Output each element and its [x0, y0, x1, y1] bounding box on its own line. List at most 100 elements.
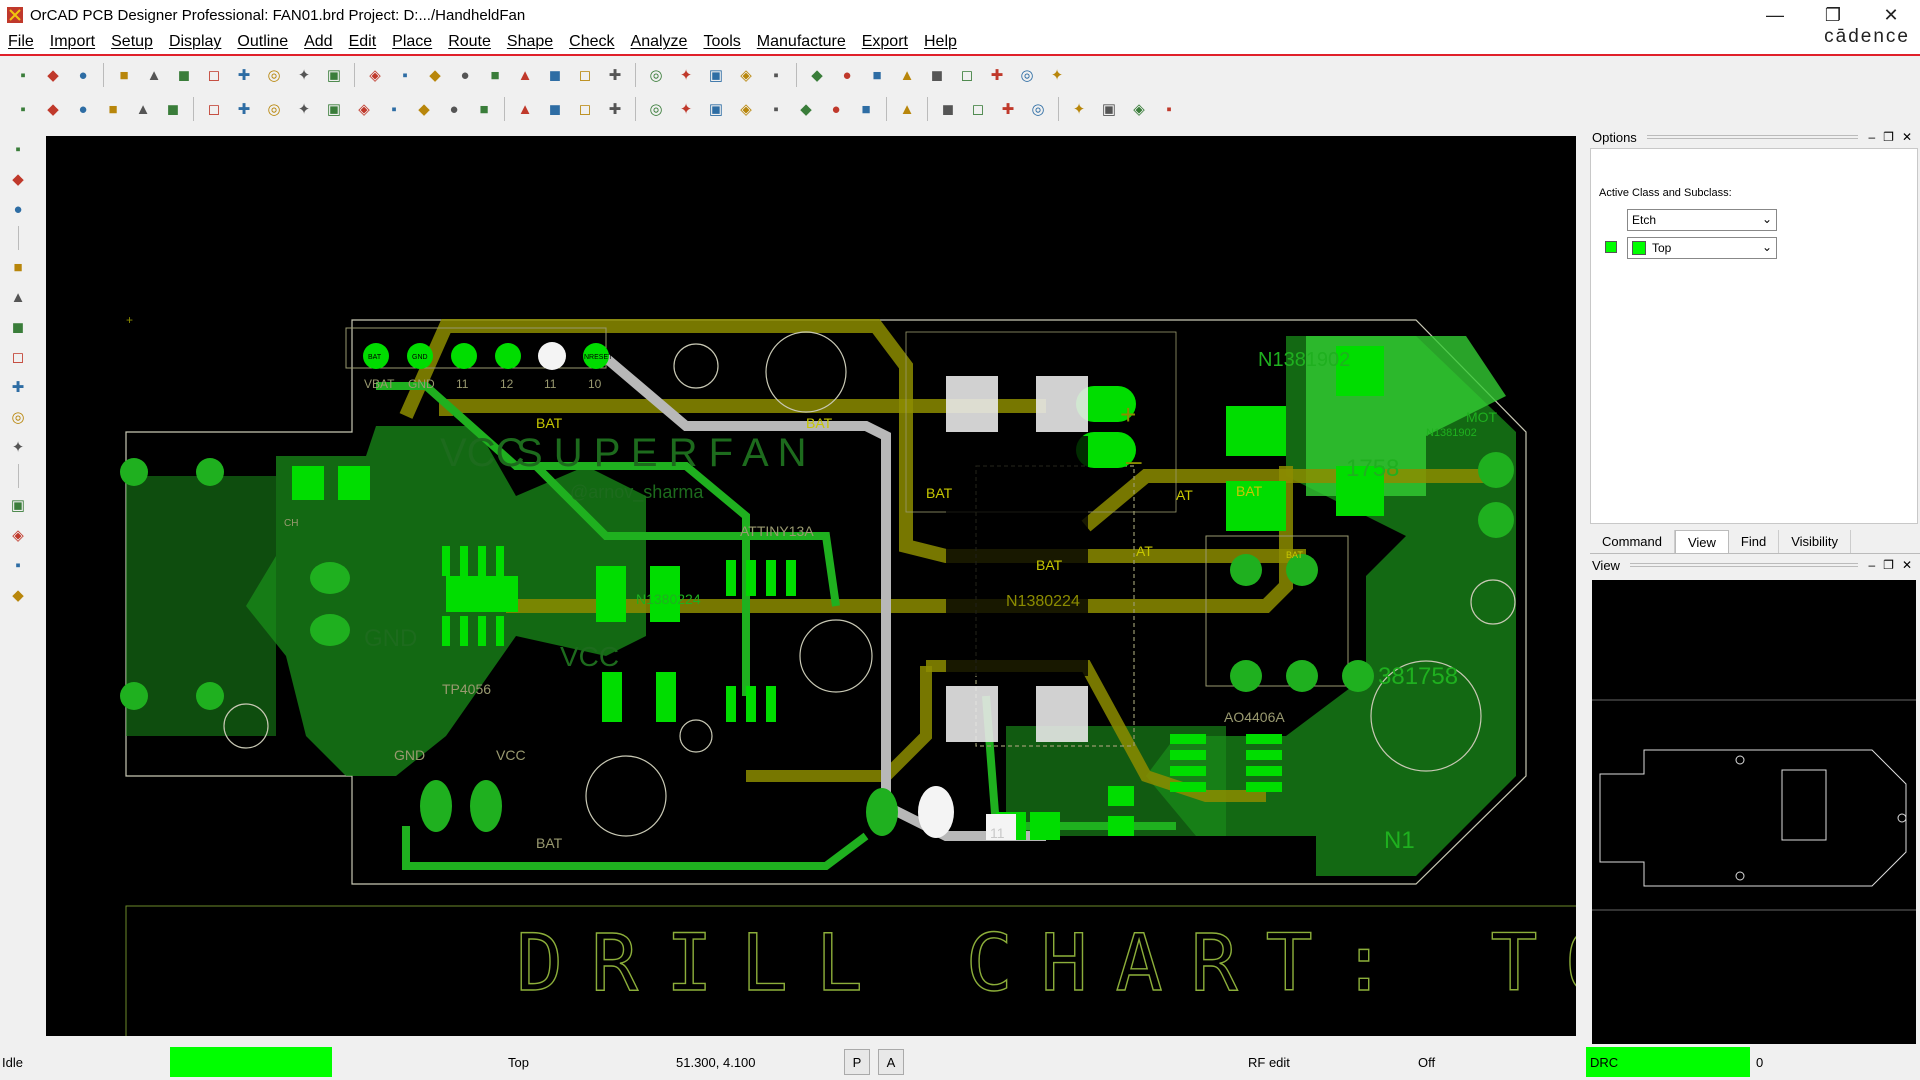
minimize-button[interactable]: — [1746, 0, 1804, 30]
undo-icon[interactable]: ◻ [201, 62, 227, 88]
zoom-world-icon[interactable]: ■ [482, 62, 508, 88]
menu-shape[interactable]: Shape [499, 33, 561, 51]
etch3-icon[interactable]: ● [70, 96, 96, 122]
world-view[interactable] [1592, 580, 1916, 1050]
etch-icon[interactable]: ▪ [10, 96, 36, 122]
panel-float-icon[interactable]: ❐ [1883, 558, 1894, 572]
3d-icon[interactable]: ◻ [572, 62, 598, 88]
layers-icon[interactable]: ✦ [673, 62, 699, 88]
line-draw-icon[interactable]: ▣ [4, 492, 32, 518]
symbol-icon[interactable]: ● [4, 196, 32, 222]
panel-float-icon[interactable]: ❐ [1883, 130, 1894, 144]
etch2-icon[interactable]: ◆ [40, 96, 66, 122]
measure-icon[interactable]: ✦ [673, 96, 699, 122]
move-icon[interactable]: ■ [111, 62, 137, 88]
place-icon[interactable]: ▲ [512, 96, 538, 122]
fill-icon[interactable]: ● [441, 96, 467, 122]
phase-icon[interactable]: ✦ [4, 434, 32, 460]
grid-icon[interactable]: ◈ [362, 62, 388, 88]
zoom-in-icon[interactable]: ◆ [422, 62, 448, 88]
menu-display[interactable]: Display [161, 33, 229, 51]
menu-help[interactable]: Help [916, 33, 965, 51]
mail-icon[interactable]: ▣ [1096, 96, 1122, 122]
drc-icon[interactable]: ▪ [763, 62, 789, 88]
check-icon[interactable]: ◆ [793, 96, 819, 122]
select-icon[interactable]: ✦ [291, 96, 317, 122]
book-icon[interactable]: ◎ [643, 96, 669, 122]
rect-draw-icon[interactable]: ◈ [4, 522, 32, 548]
grid3-icon[interactable]: ▪ [763, 96, 789, 122]
circle-icon[interactable]: ◎ [261, 96, 287, 122]
menu-outline[interactable]: Outline [229, 33, 296, 51]
mail2-icon[interactable]: ◈ [1126, 96, 1152, 122]
menu-check[interactable]: Check [561, 33, 622, 51]
camera-icon[interactable]: ▣ [703, 96, 729, 122]
doc3-icon[interactable]: ✚ [995, 96, 1021, 122]
pin-icon[interactable]: ▣ [321, 62, 347, 88]
brush-icon[interactable]: ▲ [894, 62, 920, 88]
bars-icon[interactable]: ✚ [984, 62, 1010, 88]
tune-icon[interactable]: ◎ [4, 404, 32, 430]
tab-find[interactable]: Find [1729, 530, 1780, 553]
slide-icon[interactable]: ◻ [4, 344, 32, 370]
sun2-icon[interactable]: ◻ [954, 62, 980, 88]
menu-edit[interactable]: Edit [341, 33, 385, 51]
dim2-icon[interactable]: ◻ [572, 96, 598, 122]
save-icon[interactable]: ● [70, 62, 96, 88]
etch6-icon[interactable]: ◼ [160, 96, 186, 122]
new-icon[interactable]: ▪ [10, 62, 36, 88]
doc4-icon[interactable]: ◎ [1025, 96, 1051, 122]
zoom-out-icon[interactable]: ● [452, 62, 478, 88]
menu-route[interactable]: Route [440, 33, 499, 51]
menu-import[interactable]: Import [42, 33, 103, 51]
panel-close-icon[interactable]: ✕ [1902, 558, 1912, 572]
shape-icon[interactable]: ◈ [733, 62, 759, 88]
menu-place[interactable]: Place [384, 33, 440, 51]
frame-icon[interactable]: ▣ [321, 96, 347, 122]
diffpair-icon[interactable]: ◼ [4, 314, 32, 340]
rect-icon[interactable]: ✚ [231, 96, 257, 122]
number-icon[interactable]: ■ [864, 62, 890, 88]
etch4-icon[interactable]: ■ [100, 96, 126, 122]
sun-icon[interactable]: ◼ [924, 62, 950, 88]
xwin-icon[interactable]: ◎ [1014, 62, 1040, 88]
spread-icon[interactable]: ✚ [4, 374, 32, 400]
grid4-icon[interactable]: ● [823, 96, 849, 122]
refresh-icon[interactable]: ◼ [542, 62, 568, 88]
fanout-icon[interactable]: ▲ [4, 284, 32, 310]
dropdown-icon[interactable]: ◎ [261, 62, 287, 88]
stack-icon[interactable]: ■ [471, 96, 497, 122]
menu-add[interactable]: Add [296, 33, 340, 51]
copy-icon[interactable]: ▲ [141, 62, 167, 88]
zoom-fit-icon[interactable]: ▪ [392, 62, 418, 88]
tab-command[interactable]: Command [1590, 530, 1675, 553]
doc2-icon[interactable]: ◻ [965, 96, 991, 122]
arc-icon[interactable]: ◈ [351, 96, 377, 122]
pick-p-button[interactable]: P [844, 1049, 870, 1075]
class-select[interactable]: Etch ⌄ [1627, 209, 1777, 231]
copy2-icon[interactable]: ✦ [1066, 96, 1092, 122]
help-icon[interactable]: ▪ [1156, 96, 1182, 122]
zoom-prev-icon[interactable]: ▲ [512, 62, 538, 88]
redo-icon[interactable]: ✚ [231, 62, 257, 88]
manufacture-icon[interactable]: ▪ [4, 136, 32, 162]
flip-icon[interactable]: ✚ [602, 62, 628, 88]
text-icon[interactable]: ◈ [733, 96, 759, 122]
subclass-color-swatch[interactable] [1605, 241, 1617, 253]
doc-icon[interactable]: ◼ [935, 96, 961, 122]
delete-icon[interactable]: ◼ [171, 62, 197, 88]
design-canvas[interactable]: + VBAT GND 11 12 11 10 BAT GND NRESET VC… [46, 136, 1576, 1036]
menu-analyze[interactable]: Analyze [623, 33, 696, 51]
panel-close-icon[interactable]: ✕ [1902, 130, 1912, 144]
menu-manufacture[interactable]: Manufacture [749, 33, 854, 51]
route-icon[interactable]: ■ [4, 254, 32, 280]
component-icon[interactable]: ◆ [4, 166, 32, 192]
color-icon[interactable]: ▣ [703, 62, 729, 88]
grid2-icon[interactable]: ◎ [643, 62, 669, 88]
menu-file[interactable]: File [0, 33, 42, 51]
text-add-icon[interactable]: ▪ [4, 552, 32, 578]
grid5-icon[interactable]: ■ [853, 96, 879, 122]
pick-a-button[interactable]: A [878, 1049, 904, 1075]
status-drc[interactable]: DRC [1586, 1047, 1750, 1077]
wave-icon[interactable]: ▲ [894, 96, 920, 122]
